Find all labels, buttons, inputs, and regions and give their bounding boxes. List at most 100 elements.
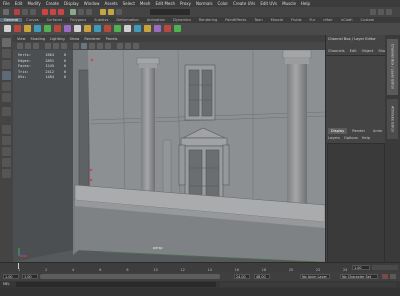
persp-graph-layout-icon[interactable] (2, 158, 11, 167)
menu-item-mesh[interactable]: Mesh (140, 1, 151, 6)
single-perspective-layout-icon[interactable] (2, 125, 11, 134)
shelf-tool-icon[interactable] (84, 25, 91, 32)
layer-tab-render[interactable]: Render (349, 128, 368, 134)
select-by-hierarchy-icon[interactable] (42, 9, 48, 15)
shelf-tab-fluids[interactable]: Fluids (287, 18, 306, 22)
shelf-tab-fur[interactable]: Fur (306, 18, 320, 22)
tab-attribute-editor[interactable]: Attribute Editor (387, 99, 398, 139)
film-gate-icon[interactable] (53, 43, 59, 49)
shelf-tab-ncloth[interactable]: nCloth (337, 18, 357, 22)
smooth-shade-icon[interactable] (81, 43, 87, 49)
panel-menu-renderer[interactable]: Renderer (84, 37, 100, 41)
shelf-tool-icon[interactable] (44, 25, 51, 32)
channel-menu-object[interactable]: Object (362, 49, 374, 53)
shelf-tool-icon[interactable] (64, 25, 71, 32)
panel-menu-panels[interactable]: Panels (106, 37, 118, 41)
layer-menu-layers[interactable]: Layers (328, 136, 340, 140)
menu-item-display[interactable]: Display (64, 1, 79, 6)
new-scene-icon[interactable] (14, 9, 20, 15)
rotate-tool-icon[interactable] (2, 82, 11, 91)
shelf-tool-icon[interactable] (154, 25, 161, 32)
shelf-tool-icon[interactable] (114, 25, 121, 32)
menu-item-file[interactable]: File (3, 1, 10, 6)
menu-item-muscle[interactable]: Muscle (282, 1, 296, 6)
open-scene-icon[interactable] (22, 9, 28, 15)
panel-menu-view[interactable]: View (17, 37, 26, 41)
auto-key-icon[interactable] (382, 274, 388, 279)
shelf-tab-deformation[interactable]: Deformation (112, 18, 142, 22)
select-by-component-icon[interactable] (58, 9, 64, 15)
ipr-render-icon[interactable] (108, 9, 114, 15)
character-set-dropdown[interactable]: No Character Set (340, 274, 378, 279)
menu-item-edit-mesh[interactable]: Edit Mesh (155, 1, 175, 6)
playback-controls[interactable] (372, 265, 398, 270)
quick-select-field[interactable] (150, 9, 190, 15)
shelf-tab-animation[interactable]: Animation (143, 18, 169, 22)
shelf-tab-surfaces[interactable]: Surfaces (43, 18, 67, 22)
layer-tab-anim[interactable]: Anim (370, 128, 385, 134)
toggle-tool-settings-icon[interactable] (386, 9, 392, 15)
camera-attributes-icon[interactable] (25, 43, 31, 49)
shelf-tab-custom[interactable]: Custom (357, 18, 379, 22)
current-frame-field[interactable]: 1.00 (352, 265, 370, 270)
select-tool-icon[interactable] (2, 38, 11, 47)
menu-item-create-uvs[interactable]: Create UVs (233, 1, 255, 6)
panel-menu-shading[interactable]: Shading (31, 37, 46, 41)
command-input[interactable] (16, 282, 216, 287)
animation-start-field[interactable]: 1.00 (3, 274, 19, 279)
shelf-tab-painteffects[interactable]: PaintEffects (221, 18, 250, 22)
menu-item-edit[interactable]: Edit (15, 1, 23, 6)
hypershade-layout-icon[interactable] (2, 169, 11, 178)
panel-menu-lighting[interactable]: Lighting (50, 37, 65, 41)
last-tool-icon[interactable] (2, 107, 11, 116)
shelf-tab-nhair[interactable]: nHair (319, 18, 337, 22)
snap-grid-icon[interactable] (70, 9, 76, 15)
toggle-channel-box-icon[interactable] (370, 9, 376, 15)
animation-end-field[interactable]: 48.00 (254, 274, 270, 279)
menu-item-help[interactable]: Help (301, 1, 310, 6)
tab-channel-box[interactable]: Channel Box / Layer Editor (387, 39, 398, 95)
shelf-menu-icon[interactable] (4, 25, 11, 32)
shelf-tab-curves[interactable]: Curves (22, 18, 42, 22)
shelf-tab-subdivs[interactable]: Subdivs (90, 18, 112, 22)
playback-start-field[interactable]: 1.00 (22, 274, 38, 279)
menu-item-proxy[interactable]: Proxy (180, 1, 191, 6)
save-scene-icon[interactable] (30, 9, 36, 15)
perspective-viewport[interactable]: persp (13, 50, 325, 262)
shelf-tab-polygons[interactable]: Polygons (66, 18, 90, 22)
shelf-tab-general[interactable]: General (0, 18, 23, 22)
layer-menu-help[interactable]: Help (362, 136, 370, 140)
menu-item-normals[interactable]: Normals (196, 1, 213, 6)
menuset-dropdown-icon[interactable] (3, 9, 9, 15)
range-bar[interactable] (40, 274, 220, 279)
menu-item-modify[interactable]: Modify (27, 1, 40, 6)
bookmark-icon[interactable] (33, 43, 39, 49)
shelf-tool-icon[interactable] (164, 25, 171, 32)
paint-select-tool-icon[interactable] (2, 60, 11, 69)
menu-item-create[interactable]: Create (46, 1, 59, 6)
panel-menu-show[interactable]: Show (70, 37, 80, 41)
scale-tool-icon[interactable] (2, 93, 11, 102)
shelf-tool-icon[interactable] (124, 25, 131, 32)
grid-toggle-icon[interactable] (45, 43, 51, 49)
menu-item-window[interactable]: Window (84, 1, 100, 6)
snap-point-icon[interactable] (86, 9, 92, 15)
shelf-tab-muscle[interactable]: Muscle (267, 18, 287, 22)
menu-item-edit-uvs[interactable]: Edit UVs (260, 1, 277, 6)
channel-menu-channels[interactable]: Channels (328, 49, 345, 53)
toggle-attribute-editor-icon[interactable] (378, 9, 384, 15)
menu-item-assets[interactable]: Assets (105, 1, 118, 6)
shelf-tab-dynamics[interactable]: Dynamics (169, 18, 195, 22)
four-view-layout-icon[interactable] (2, 136, 11, 145)
shelf-tool-icon[interactable] (174, 25, 181, 32)
wireframe-on-shaded-icon[interactable] (89, 43, 95, 49)
lights-icon[interactable] (105, 43, 111, 49)
wireframe-icon[interactable] (73, 43, 79, 49)
menu-item-select[interactable]: Select (123, 1, 135, 6)
move-tool-icon[interactable] (2, 71, 11, 80)
snap-curve-icon[interactable] (78, 9, 84, 15)
layer-menu-options[interactable]: Options (344, 136, 358, 140)
shelf-tool-icon[interactable] (94, 25, 101, 32)
textured-icon[interactable] (97, 43, 103, 49)
camera-select-icon[interactable] (17, 43, 23, 49)
